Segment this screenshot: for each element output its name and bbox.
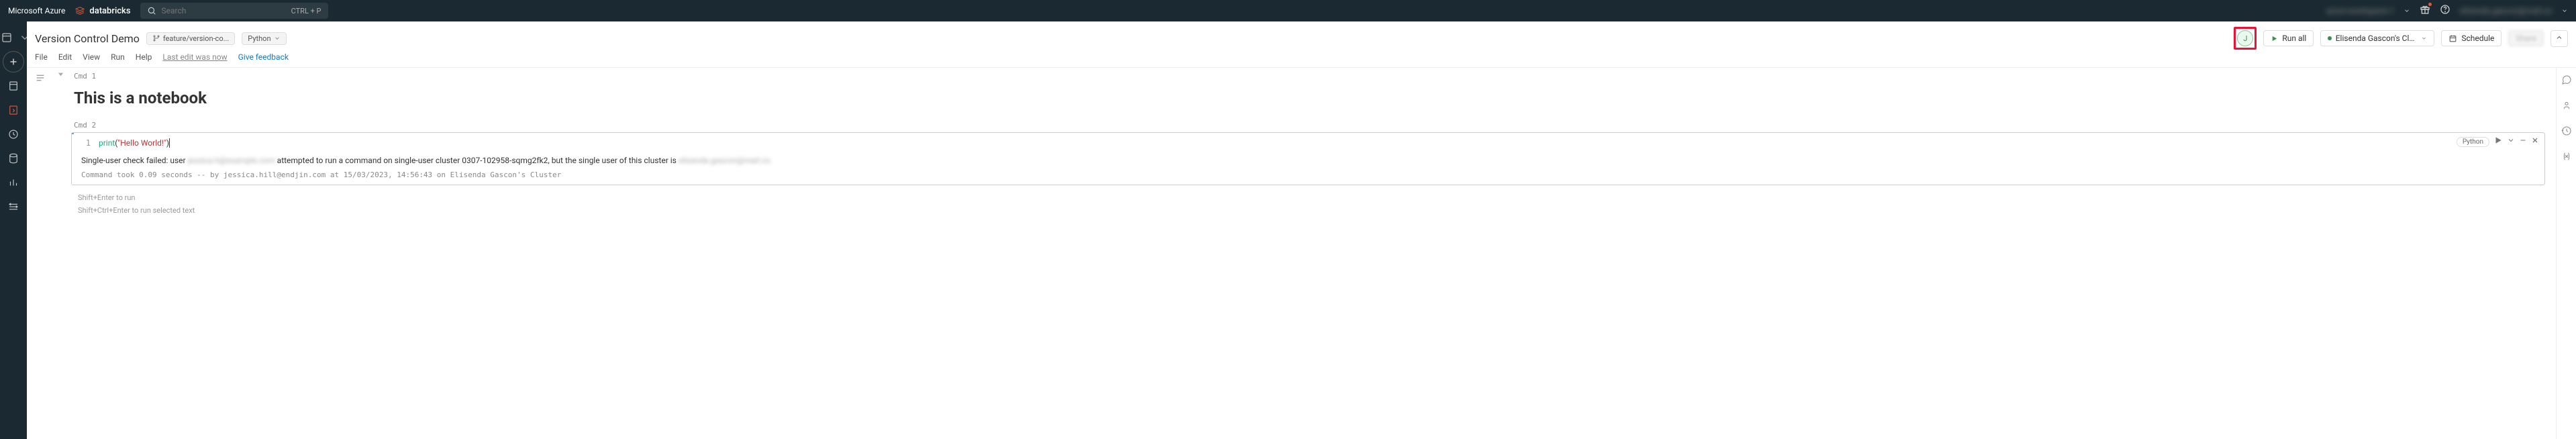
cell-menu-chevron-icon[interactable] bbox=[2507, 136, 2515, 147]
menu-run[interactable]: Run bbox=[111, 52, 125, 62]
azure-label: Microsoft Azure bbox=[8, 6, 65, 15]
run-all-button[interactable]: Run all bbox=[2263, 30, 2314, 46]
collapse-cell-icon[interactable] bbox=[57, 70, 64, 78]
brand-text: databricks bbox=[89, 6, 130, 16]
workspace-nav-icon[interactable] bbox=[0, 27, 17, 48]
workspace-name[interactable]: azure-workspace-1 bbox=[2326, 6, 2394, 15]
code-fn: print bbox=[99, 138, 115, 148]
menu-file[interactable]: File bbox=[35, 52, 48, 62]
chevron-down-icon[interactable] bbox=[2561, 7, 2568, 14]
new-button[interactable] bbox=[3, 51, 24, 72]
user-email[interactable]: elisenda.gascon@mail.co bbox=[2460, 6, 2552, 15]
cluster-name: Elisenda Gascon's Clust... bbox=[2336, 34, 2418, 43]
chevron-up-icon bbox=[2555, 34, 2563, 42]
repos-icon[interactable] bbox=[3, 99, 24, 121]
search-icon bbox=[147, 6, 156, 15]
search-shortcut: CTRL + P bbox=[291, 7, 321, 15]
error-text: attempted to run a command on single-use… bbox=[275, 156, 679, 165]
left-rail bbox=[0, 21, 27, 439]
cluster-status-dot bbox=[2328, 36, 2331, 40]
mlflow-icon[interactable] bbox=[2561, 100, 2572, 113]
last-edit-status[interactable]: Last edit was now bbox=[162, 52, 227, 62]
language-selector[interactable]: Python bbox=[242, 32, 286, 45]
notebook-title[interactable]: Version Control Demo bbox=[35, 32, 140, 45]
minimize-cell-icon[interactable] bbox=[2519, 136, 2527, 147]
language-label: Python bbox=[248, 34, 270, 43]
collaborator-avatar[interactable]: J bbox=[2237, 30, 2253, 46]
help-icon[interactable] bbox=[2440, 4, 2450, 17]
revision-history-icon[interactable] bbox=[2561, 126, 2572, 139]
git-branch-icon bbox=[152, 34, 160, 42]
hint-line: Shift+Enter to run bbox=[78, 192, 2549, 205]
error-text: Single-user check failed: user bbox=[81, 156, 188, 165]
cell-output-meta: Command took 0.09 seconds -- by jessica.… bbox=[72, 169, 2544, 185]
right-rail: NEW bbox=[2556, 68, 2576, 439]
gift-icon[interactable] bbox=[2420, 4, 2430, 17]
code-editor[interactable]: print("Hello World!") bbox=[99, 138, 170, 148]
cluster-selector[interactable]: Elisenda Gascon's Clust... bbox=[2320, 30, 2434, 46]
variables-icon[interactable] bbox=[2561, 154, 2572, 164]
chevron-down-icon bbox=[274, 35, 281, 42]
top-bar: Microsoft Azure databricks CTRL + P azur… bbox=[0, 0, 2576, 21]
compute-icon[interactable] bbox=[3, 172, 24, 193]
cell-language-tag[interactable]: Python bbox=[2457, 137, 2489, 147]
share-button: Share bbox=[2508, 30, 2544, 46]
error-owner: elisenda.gascon@mail.co bbox=[679, 156, 771, 165]
run-cell-icon[interactable] bbox=[2493, 136, 2503, 148]
cmd-label-1: Cmd 1 bbox=[74, 72, 2549, 81]
markdown-heading[interactable]: This is a notebook bbox=[67, 83, 2549, 121]
calendar-icon bbox=[2448, 34, 2457, 43]
code-cell[interactable]: Python 1 print("Hello World!") Single- bbox=[71, 132, 2545, 185]
give-feedback-link[interactable]: Give feedback bbox=[238, 52, 289, 62]
menu-view[interactable]: View bbox=[83, 52, 100, 62]
notebook-header: Version Control Demo feature/version-co.… bbox=[27, 21, 2576, 50]
collapse-header-button[interactable] bbox=[2550, 30, 2568, 47]
menu-help[interactable]: Help bbox=[136, 52, 152, 62]
chevron-down-icon[interactable] bbox=[2404, 7, 2410, 14]
highlighted-avatar: J bbox=[2234, 27, 2257, 50]
run-hints: Shift+Enter to run Shift+Ctrl+Enter to r… bbox=[78, 192, 2549, 217]
comments-icon[interactable] bbox=[2561, 75, 2572, 88]
close-cell-icon[interactable] bbox=[2531, 136, 2539, 147]
line-number: 1 bbox=[72, 138, 99, 148]
schedule-button[interactable]: Schedule bbox=[2441, 30, 2501, 46]
databricks-logo[interactable]: databricks bbox=[75, 5, 130, 16]
run-all-label: Run all bbox=[2282, 34, 2306, 43]
workspace-icon[interactable] bbox=[3, 75, 24, 97]
menu-edit[interactable]: Edit bbox=[58, 52, 72, 62]
cmd-label-2: Cmd 2 bbox=[74, 121, 2549, 130]
error-user: jessica.h@example.com bbox=[188, 156, 275, 165]
data-icon[interactable] bbox=[3, 148, 24, 169]
global-search[interactable]: CTRL + P bbox=[140, 3, 328, 19]
hint-line: Shift+Ctrl+Enter to run selected text bbox=[78, 205, 2549, 217]
databricks-icon bbox=[75, 5, 85, 16]
branch-selector[interactable]: feature/version-co... bbox=[146, 32, 235, 45]
code-string: "Hello World!" bbox=[117, 138, 166, 148]
chevron-down-icon bbox=[2421, 35, 2427, 42]
workflows-icon[interactable] bbox=[3, 196, 24, 217]
play-icon bbox=[2271, 35, 2278, 42]
search-input[interactable] bbox=[162, 6, 286, 15]
schedule-label: Schedule bbox=[2461, 34, 2494, 43]
menu-bar: File Edit View Run Help Last edit was no… bbox=[27, 50, 2576, 68]
cell-output-error: Single-user check failed: user jessica.h… bbox=[72, 152, 2544, 169]
recents-icon[interactable] bbox=[3, 124, 24, 145]
branch-name: feature/version-co... bbox=[163, 34, 229, 43]
toc-icon[interactable] bbox=[34, 72, 46, 84]
